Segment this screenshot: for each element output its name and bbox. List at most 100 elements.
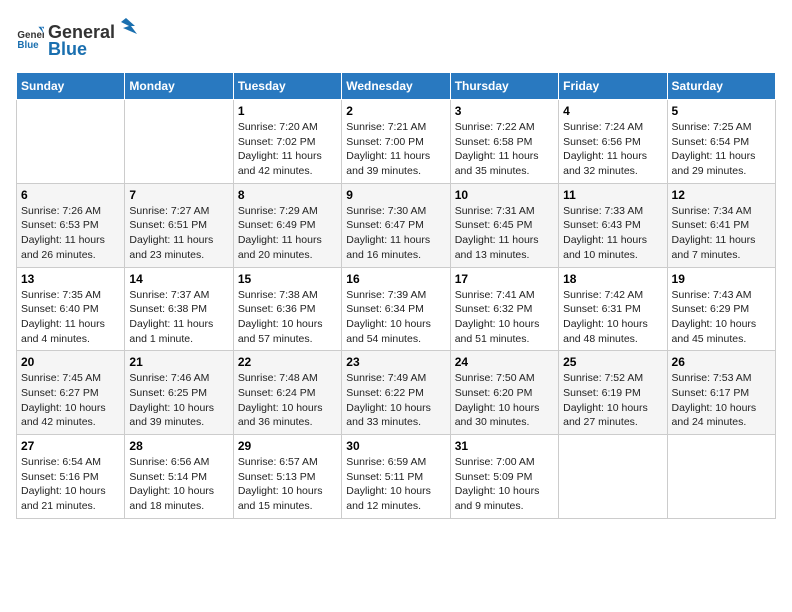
day-info: Sunrise: 7:35 AM Sunset: 6:40 PM Dayligh…: [21, 288, 120, 347]
day-number: 10: [455, 188, 554, 202]
calendar-day-cell: 29 Sunrise: 6:57 AM Sunset: 5:13 PM Dayli…: [233, 435, 341, 519]
calendar-day-cell: 31 Sunrise: 7:00 AM Sunset: 5:09 PM Dayli…: [450, 435, 558, 519]
calendar-day-cell: 25 Sunrise: 7:52 AM Sunset: 6:19 PM Dayli…: [559, 351, 667, 435]
day-number: 21: [129, 355, 228, 369]
calendar-day-cell: 23 Sunrise: 7:49 AM Sunset: 6:22 PM Dayli…: [342, 351, 450, 435]
calendar-day-cell: 26 Sunrise: 7:53 AM Sunset: 6:17 PM Dayli…: [667, 351, 775, 435]
calendar-day-cell: 30 Sunrise: 6:59 AM Sunset: 5:11 PM Dayli…: [342, 435, 450, 519]
weekday-header-monday: Monday: [125, 73, 233, 100]
logo-text: General Blue: [48, 16, 137, 60]
day-info: Sunrise: 7:34 AM Sunset: 6:41 PM Dayligh…: [672, 204, 771, 263]
day-info: Sunrise: 7:29 AM Sunset: 6:49 PM Dayligh…: [238, 204, 337, 263]
day-info: Sunrise: 7:00 AM Sunset: 5:09 PM Dayligh…: [455, 455, 554, 514]
calendar-day-cell: 24 Sunrise: 7:50 AM Sunset: 6:20 PM Dayli…: [450, 351, 558, 435]
day-info: Sunrise: 7:50 AM Sunset: 6:20 PM Dayligh…: [455, 371, 554, 430]
day-number: 7: [129, 188, 228, 202]
calendar-day-cell: 1 Sunrise: 7:20 AM Sunset: 7:02 PM Daylig…: [233, 100, 341, 184]
day-info: Sunrise: 7:41 AM Sunset: 6:32 PM Dayligh…: [455, 288, 554, 347]
calendar-day-cell: 18 Sunrise: 7:42 AM Sunset: 6:31 PM Dayli…: [559, 267, 667, 351]
day-number: 2: [346, 104, 445, 118]
day-number: 14: [129, 272, 228, 286]
day-number: 24: [455, 355, 554, 369]
day-number: 28: [129, 439, 228, 453]
weekday-header-wednesday: Wednesday: [342, 73, 450, 100]
day-number: 17: [455, 272, 554, 286]
calendar-day-cell: [125, 100, 233, 184]
calendar-day-cell: 9 Sunrise: 7:30 AM Sunset: 6:47 PM Daylig…: [342, 183, 450, 267]
calendar-day-cell: 6 Sunrise: 7:26 AM Sunset: 6:53 PM Daylig…: [17, 183, 125, 267]
calendar-day-cell: 4Sunrise: 7:24 AM Sunset: 6:56 PM Daylig…: [559, 100, 667, 184]
day-number: 12: [672, 188, 771, 202]
day-number: 22: [238, 355, 337, 369]
logo: General Blue General Blue: [16, 16, 137, 60]
day-info: Sunrise: 7:27 AM Sunset: 6:51 PM Dayligh…: [129, 204, 228, 263]
calendar-table: SundayMondayTuesdayWednesdayThursdayFrid…: [16, 72, 776, 519]
page-header: General Blue General Blue: [16, 16, 776, 60]
day-info: Sunrise: 7:39 AM Sunset: 6:34 PM Dayligh…: [346, 288, 445, 347]
day-number: 30: [346, 439, 445, 453]
day-info: Sunrise: 6:57 AM Sunset: 5:13 PM Dayligh…: [238, 455, 337, 514]
calendar-week-row: 6 Sunrise: 7:26 AM Sunset: 6:53 PM Daylig…: [17, 183, 776, 267]
day-info: Sunrise: 7:52 AM Sunset: 6:19 PM Dayligh…: [563, 371, 662, 430]
day-number: 26: [672, 355, 771, 369]
calendar-day-cell: [559, 435, 667, 519]
calendar-day-cell: 22 Sunrise: 7:48 AM Sunset: 6:24 PM Dayli…: [233, 351, 341, 435]
calendar-header-row: SundayMondayTuesdayWednesdayThursdayFrid…: [17, 73, 776, 100]
svg-text:Blue: Blue: [17, 40, 39, 51]
calendar-day-cell: [667, 435, 775, 519]
day-number: 5: [672, 104, 771, 118]
day-number: 3: [455, 104, 554, 118]
logo-bird-icon: [115, 16, 137, 38]
weekday-header-thursday: Thursday: [450, 73, 558, 100]
day-number: 23: [346, 355, 445, 369]
calendar-day-cell: 13Sunrise: 7:35 AM Sunset: 6:40 PM Dayli…: [17, 267, 125, 351]
logo-icon: General Blue: [16, 24, 44, 52]
day-info: Sunrise: 7:26 AM Sunset: 6:53 PM Dayligh…: [21, 204, 120, 263]
day-info: Sunrise: 7:53 AM Sunset: 6:17 PM Dayligh…: [672, 371, 771, 430]
day-number: 11: [563, 188, 662, 202]
day-number: 18: [563, 272, 662, 286]
day-info: Sunrise: 7:20 AM Sunset: 7:02 PM Dayligh…: [238, 120, 337, 179]
calendar-week-row: 20 Sunrise: 7:45 AM Sunset: 6:27 PM Dayli…: [17, 351, 776, 435]
day-number: 27: [21, 439, 120, 453]
day-info: Sunrise: 7:22 AM Sunset: 6:58 PM Dayligh…: [455, 120, 554, 179]
calendar-day-cell: 28 Sunrise: 6:56 AM Sunset: 5:14 PM Dayli…: [125, 435, 233, 519]
day-info: Sunrise: 7:42 AM Sunset: 6:31 PM Dayligh…: [563, 288, 662, 347]
calendar-day-cell: 20 Sunrise: 7:45 AM Sunset: 6:27 PM Dayli…: [17, 351, 125, 435]
day-number: 9: [346, 188, 445, 202]
day-info: Sunrise: 6:56 AM Sunset: 5:14 PM Dayligh…: [129, 455, 228, 514]
day-number: 31: [455, 439, 554, 453]
calendar-day-cell: [17, 100, 125, 184]
calendar-week-row: 13Sunrise: 7:35 AM Sunset: 6:40 PM Dayli…: [17, 267, 776, 351]
calendar-week-row: 1 Sunrise: 7:20 AM Sunset: 7:02 PM Daylig…: [17, 100, 776, 184]
weekday-header-sunday: Sunday: [17, 73, 125, 100]
day-info: Sunrise: 6:59 AM Sunset: 5:11 PM Dayligh…: [346, 455, 445, 514]
weekday-header-saturday: Saturday: [667, 73, 775, 100]
day-number: 1: [238, 104, 337, 118]
day-number: 16: [346, 272, 445, 286]
day-info: Sunrise: 7:48 AM Sunset: 6:24 PM Dayligh…: [238, 371, 337, 430]
day-info: Sunrise: 7:46 AM Sunset: 6:25 PM Dayligh…: [129, 371, 228, 430]
day-info: Sunrise: 7:25 AM Sunset: 6:54 PM Dayligh…: [672, 120, 771, 179]
day-number: 29: [238, 439, 337, 453]
day-info: Sunrise: 7:45 AM Sunset: 6:27 PM Dayligh…: [21, 371, 120, 430]
day-number: 8: [238, 188, 337, 202]
calendar-day-cell: 21 Sunrise: 7:46 AM Sunset: 6:25 PM Dayli…: [125, 351, 233, 435]
calendar-day-cell: 3 Sunrise: 7:22 AM Sunset: 6:58 PM Daylig…: [450, 100, 558, 184]
calendar-day-cell: 19 Sunrise: 7:43 AM Sunset: 6:29 PM Dayli…: [667, 267, 775, 351]
day-info: Sunrise: 7:43 AM Sunset: 6:29 PM Dayligh…: [672, 288, 771, 347]
calendar-day-cell: 27 Sunrise: 6:54 AM Sunset: 5:16 PM Dayli…: [17, 435, 125, 519]
day-info: Sunrise: 7:37 AM Sunset: 6:38 PM Dayligh…: [129, 288, 228, 347]
day-info: Sunrise: 7:49 AM Sunset: 6:22 PM Dayligh…: [346, 371, 445, 430]
calendar-day-cell: 11Sunrise: 7:33 AM Sunset: 6:43 PM Dayli…: [559, 183, 667, 267]
day-number: 25: [563, 355, 662, 369]
calendar-day-cell: 14 Sunrise: 7:37 AM Sunset: 6:38 PM Dayli…: [125, 267, 233, 351]
day-number: 6: [21, 188, 120, 202]
day-number: 19: [672, 272, 771, 286]
day-info: Sunrise: 7:30 AM Sunset: 6:47 PM Dayligh…: [346, 204, 445, 263]
weekday-header-friday: Friday: [559, 73, 667, 100]
day-number: 20: [21, 355, 120, 369]
calendar-day-cell: 15Sunrise: 7:38 AM Sunset: 6:36 PM Dayli…: [233, 267, 341, 351]
day-number: 4: [563, 104, 662, 118]
day-info: Sunrise: 6:54 AM Sunset: 5:16 PM Dayligh…: [21, 455, 120, 514]
